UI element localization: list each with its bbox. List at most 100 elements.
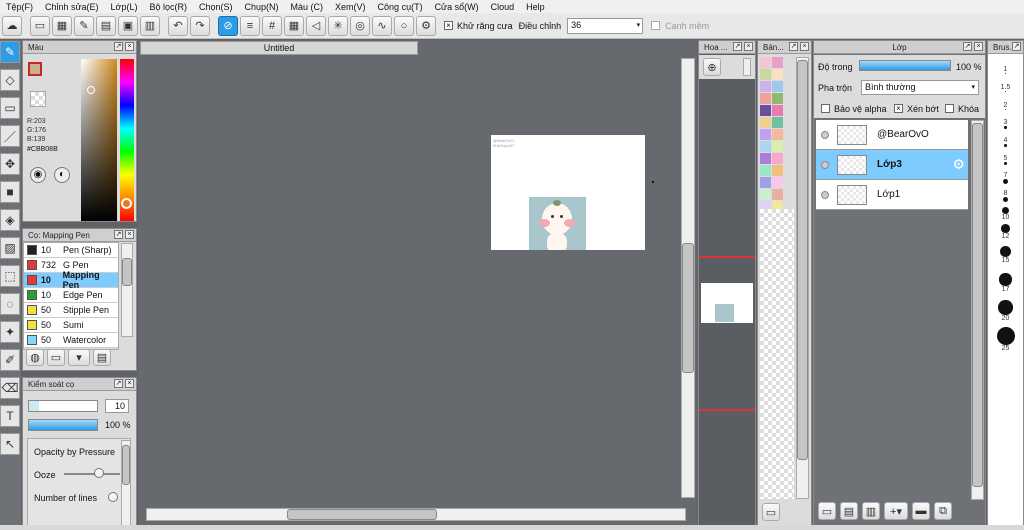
layer-opacity-slider[interactable] [859, 60, 951, 71]
brush-size-option[interactable]: 4 [988, 133, 1023, 151]
hue-slider[interactable] [120, 59, 134, 221]
color-swatch[interactable] [760, 129, 771, 140]
color-swatch[interactable] [772, 81, 783, 92]
brush-list-item[interactable]: 10 Pen (Sharp) [24, 243, 118, 258]
brush-settings-button[interactable]: ◍ [26, 349, 44, 366]
undock-icon[interactable]: ↗ [733, 42, 742, 51]
canvas-vertical-scrollbar[interactable] [681, 58, 695, 498]
brush-size-option[interactable]: 17 [988, 269, 1023, 297]
menu-item[interactable]: Cloud [485, 2, 521, 12]
lock-checkbox[interactable] [945, 104, 954, 113]
brush-size-option[interactable]: 10 [988, 205, 1023, 223]
brush-list-item[interactable]: 50 Stipple Pen [24, 303, 118, 318]
layer-row[interactable]: Lớp3 ⚙ [816, 150, 968, 180]
menu-item[interactable]: Lớp(L) [105, 2, 144, 12]
zoom-icon[interactable]: ⊕ [703, 58, 721, 76]
swatch-scrollbar[interactable] [796, 57, 809, 499]
brush-list-item[interactable]: 10 Mapping Pen [24, 270, 118, 290]
snap-perspective-button[interactable]: ◁ [306, 15, 326, 36]
delete-brush-button[interactable]: ▤ [93, 349, 111, 366]
brush-list-item[interactable]: 50 Sumi [24, 318, 118, 333]
visibility-eye-icon[interactable] [821, 160, 829, 169]
snap-circle-button[interactable]: ◎ [350, 15, 370, 36]
undock-icon[interactable]: ↗ [789, 42, 798, 51]
grid-button[interactable]: ▥ [140, 15, 160, 36]
layer-row[interactable]: @BearOvO [816, 120, 968, 150]
color-swatch[interactable] [772, 189, 783, 200]
snap-settings-button[interactable]: ⚙ [416, 15, 436, 36]
layer-row[interactable]: Lớp1 [816, 180, 968, 210]
layer-scrollbar[interactable] [971, 120, 984, 500]
saturation-value-picker[interactable] [81, 59, 117, 221]
menu-item[interactable]: Màu (C) [285, 2, 330, 12]
brush-list-item[interactable]: 10 Edge Pen [24, 288, 118, 303]
brush-size-option[interactable]: 5 [988, 151, 1023, 169]
duplicate-layer-button[interactable]: ⧉ [934, 502, 952, 520]
new-text-layer-button[interactable]: ▥ [862, 502, 880, 520]
transparent-swatch[interactable] [30, 91, 46, 107]
brush-opacity-slider[interactable] [28, 419, 98, 431]
close-icon[interactable]: × [974, 42, 983, 51]
pencil-tool-icon[interactable]: ／ [0, 125, 20, 147]
snap-ruler-button[interactable]: ▦ [284, 15, 304, 36]
new-layer-button[interactable]: ▭ [818, 502, 836, 520]
brush-size-option[interactable]: 12 [988, 223, 1023, 241]
menu-item[interactable]: Chọn(S) [193, 2, 239, 12]
menu-item[interactable]: Công cụ(T) [372, 2, 429, 12]
menu-item[interactable]: Cửa sổ(W) [429, 2, 485, 12]
pointer-tool-icon[interactable]: ↖ [0, 433, 20, 455]
select-tool-icon[interactable]: ⬚ [0, 265, 20, 287]
gradient-tool-icon[interactable]: ▨ [0, 237, 20, 259]
brush-size-option[interactable]: 1 [988, 61, 1023, 79]
brush-menu-button[interactable]: ▾ [68, 349, 90, 366]
color-swatch[interactable] [760, 165, 771, 176]
color-swatch[interactable] [760, 69, 771, 80]
swatch-add-button[interactable]: ▭ [762, 503, 780, 521]
brush-control-scrollbar[interactable] [121, 440, 131, 526]
color-swatch[interactable] [772, 129, 783, 140]
new-raster-layer-button[interactable]: ▤ [840, 502, 858, 520]
text-tool-icon[interactable]: T [0, 405, 20, 427]
undock-icon[interactable]: ↗ [114, 379, 123, 388]
open-file-button[interactable]: ▦ [52, 15, 72, 36]
new-file-button[interactable]: ▭ [30, 15, 50, 36]
color-swatch[interactable] [760, 81, 771, 92]
menu-item[interactable]: Tệp(F) [0, 2, 39, 12]
lasso-tool-icon[interactable]: ◌ [0, 293, 20, 315]
close-icon[interactable]: × [744, 42, 753, 51]
color-swatch[interactable] [772, 57, 783, 68]
save-button[interactable]: ▣ [118, 15, 138, 36]
eyedropper-icon[interactable]: ◐ [54, 167, 70, 183]
adjust-input[interactable]: 36 ▾ [567, 17, 644, 34]
close-icon[interactable]: × [125, 42, 134, 51]
brush-size-value[interactable]: 10 [105, 399, 129, 413]
menu-item[interactable]: Xem(V) [329, 2, 372, 12]
color-swatch[interactable] [772, 93, 783, 104]
main-color-swatch[interactable] [28, 62, 42, 76]
color-swatch[interactable] [760, 177, 771, 188]
brush-size-option[interactable]: 7 [988, 169, 1023, 187]
snap-ellipse-button[interactable]: ○ [394, 15, 414, 36]
close-icon[interactable]: × [125, 230, 134, 239]
ooze-slider[interactable] [64, 473, 120, 475]
snap-curve-button[interactable]: ∿ [372, 15, 392, 36]
brush-size-option[interactable]: 2 [988, 97, 1023, 115]
color-swatch[interactable] [760, 105, 771, 116]
protect-alpha-checkbox[interactable] [821, 104, 830, 113]
color-swatch[interactable] [772, 165, 783, 176]
brush-list-scrollbar[interactable] [121, 243, 133, 337]
lines-slider-thumb[interactable] [108, 492, 118, 502]
redo-icon[interactable]: ↷ [190, 15, 210, 36]
canvas-horizontal-scrollbar[interactable] [146, 508, 686, 521]
hue-slider-thumb[interactable] [121, 198, 132, 209]
undock-icon[interactable]: ↗ [114, 230, 123, 239]
move-tool-icon[interactable]: ✥ [0, 153, 20, 175]
magic-wand-tool-icon[interactable]: ✦ [0, 321, 20, 343]
color-swatch[interactable] [760, 117, 771, 128]
soft-edge-checkbox[interactable] [651, 21, 661, 30]
brush-size-option[interactable]: 20 [988, 297, 1023, 325]
color-swatch[interactable] [772, 141, 783, 152]
color-swatch[interactable] [760, 141, 771, 152]
navigator-scrollbar[interactable] [743, 58, 751, 76]
undock-icon[interactable]: ↗ [1012, 42, 1021, 51]
